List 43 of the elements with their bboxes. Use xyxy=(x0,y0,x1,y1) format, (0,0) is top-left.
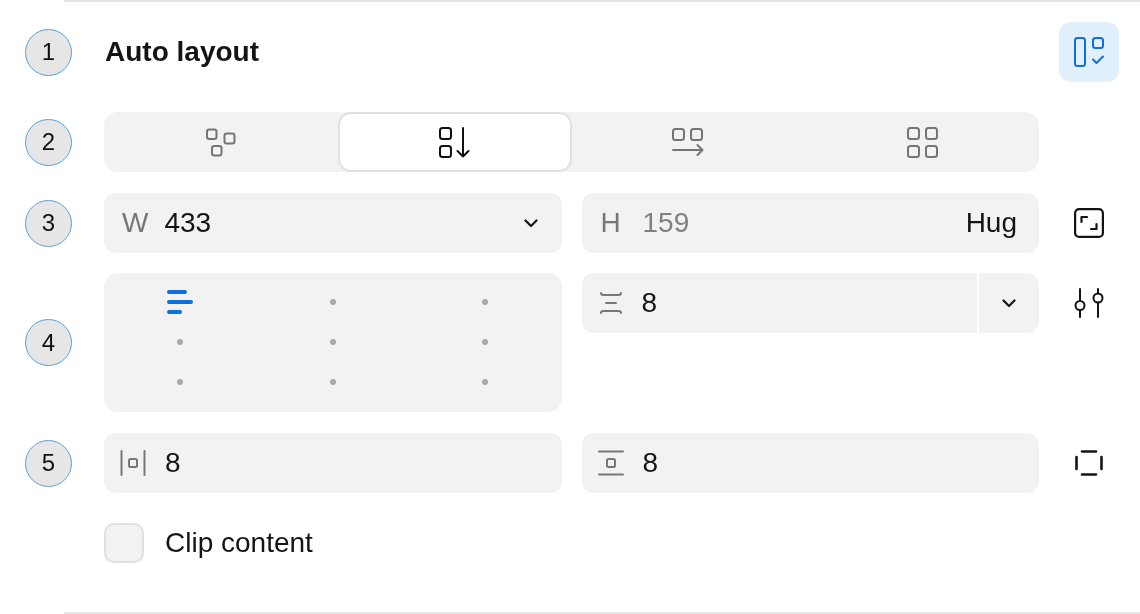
vertical-gap-icon xyxy=(599,292,622,314)
step-marker: 5 xyxy=(25,439,72,487)
step-marker: 2 xyxy=(25,118,72,166)
width-field[interactable]: W 433 xyxy=(104,193,562,253)
scattered-squares-icon xyxy=(205,127,237,157)
panel-square-check-icon xyxy=(1074,37,1104,67)
checkbox-label: Clip content xyxy=(165,527,313,559)
dot-icon[interactable] xyxy=(482,299,489,305)
resize-icon[interactable] xyxy=(1074,208,1104,238)
horizontal-padding-icon xyxy=(120,450,146,476)
clip-content-checkbox[interactable] xyxy=(104,523,144,563)
dot-icon[interactable] xyxy=(329,379,336,385)
row-right-arrow-icon xyxy=(672,128,705,156)
dot-icon[interactable] xyxy=(177,339,184,345)
field-label: H xyxy=(600,207,622,239)
step-marker: 1 xyxy=(25,28,72,76)
step-marker: 4 xyxy=(25,319,72,366)
auto-layout-toggle-button[interactable] xyxy=(1059,22,1119,82)
vertical-padding-field[interactable]: 8 xyxy=(581,433,1039,493)
chevron-down-icon[interactable] xyxy=(523,218,538,228)
padding-sides-icon[interactable] xyxy=(1075,450,1103,476)
grid-icon xyxy=(906,126,938,158)
field-label: W xyxy=(122,207,149,239)
field-value: 159 xyxy=(642,207,691,239)
direction-option[interactable] xyxy=(337,112,572,172)
field-value: 8 xyxy=(642,447,660,479)
field-value: 8 xyxy=(165,447,182,479)
horizontal-padding-field[interactable]: 8 xyxy=(104,433,562,493)
dot-icon[interactable] xyxy=(329,339,336,345)
section-title: Auto layout xyxy=(104,36,259,68)
vertical-padding-icon xyxy=(597,450,624,476)
dot-icon[interactable] xyxy=(329,299,336,305)
dot-icon[interactable] xyxy=(482,379,489,385)
dot-icon[interactable] xyxy=(482,339,489,345)
dot-icon[interactable] xyxy=(177,379,184,385)
chevron-down-icon[interactable] xyxy=(1002,298,1016,308)
field-value: 8 xyxy=(641,287,659,319)
sliders-icon[interactable] xyxy=(1073,288,1105,318)
field-value: 433 xyxy=(164,207,213,239)
stack-down-arrow-icon xyxy=(439,126,471,158)
step-marker: 3 xyxy=(25,199,72,247)
gap-field[interactable]: 8 xyxy=(581,273,1039,333)
align-bars-icon[interactable] xyxy=(167,290,194,314)
